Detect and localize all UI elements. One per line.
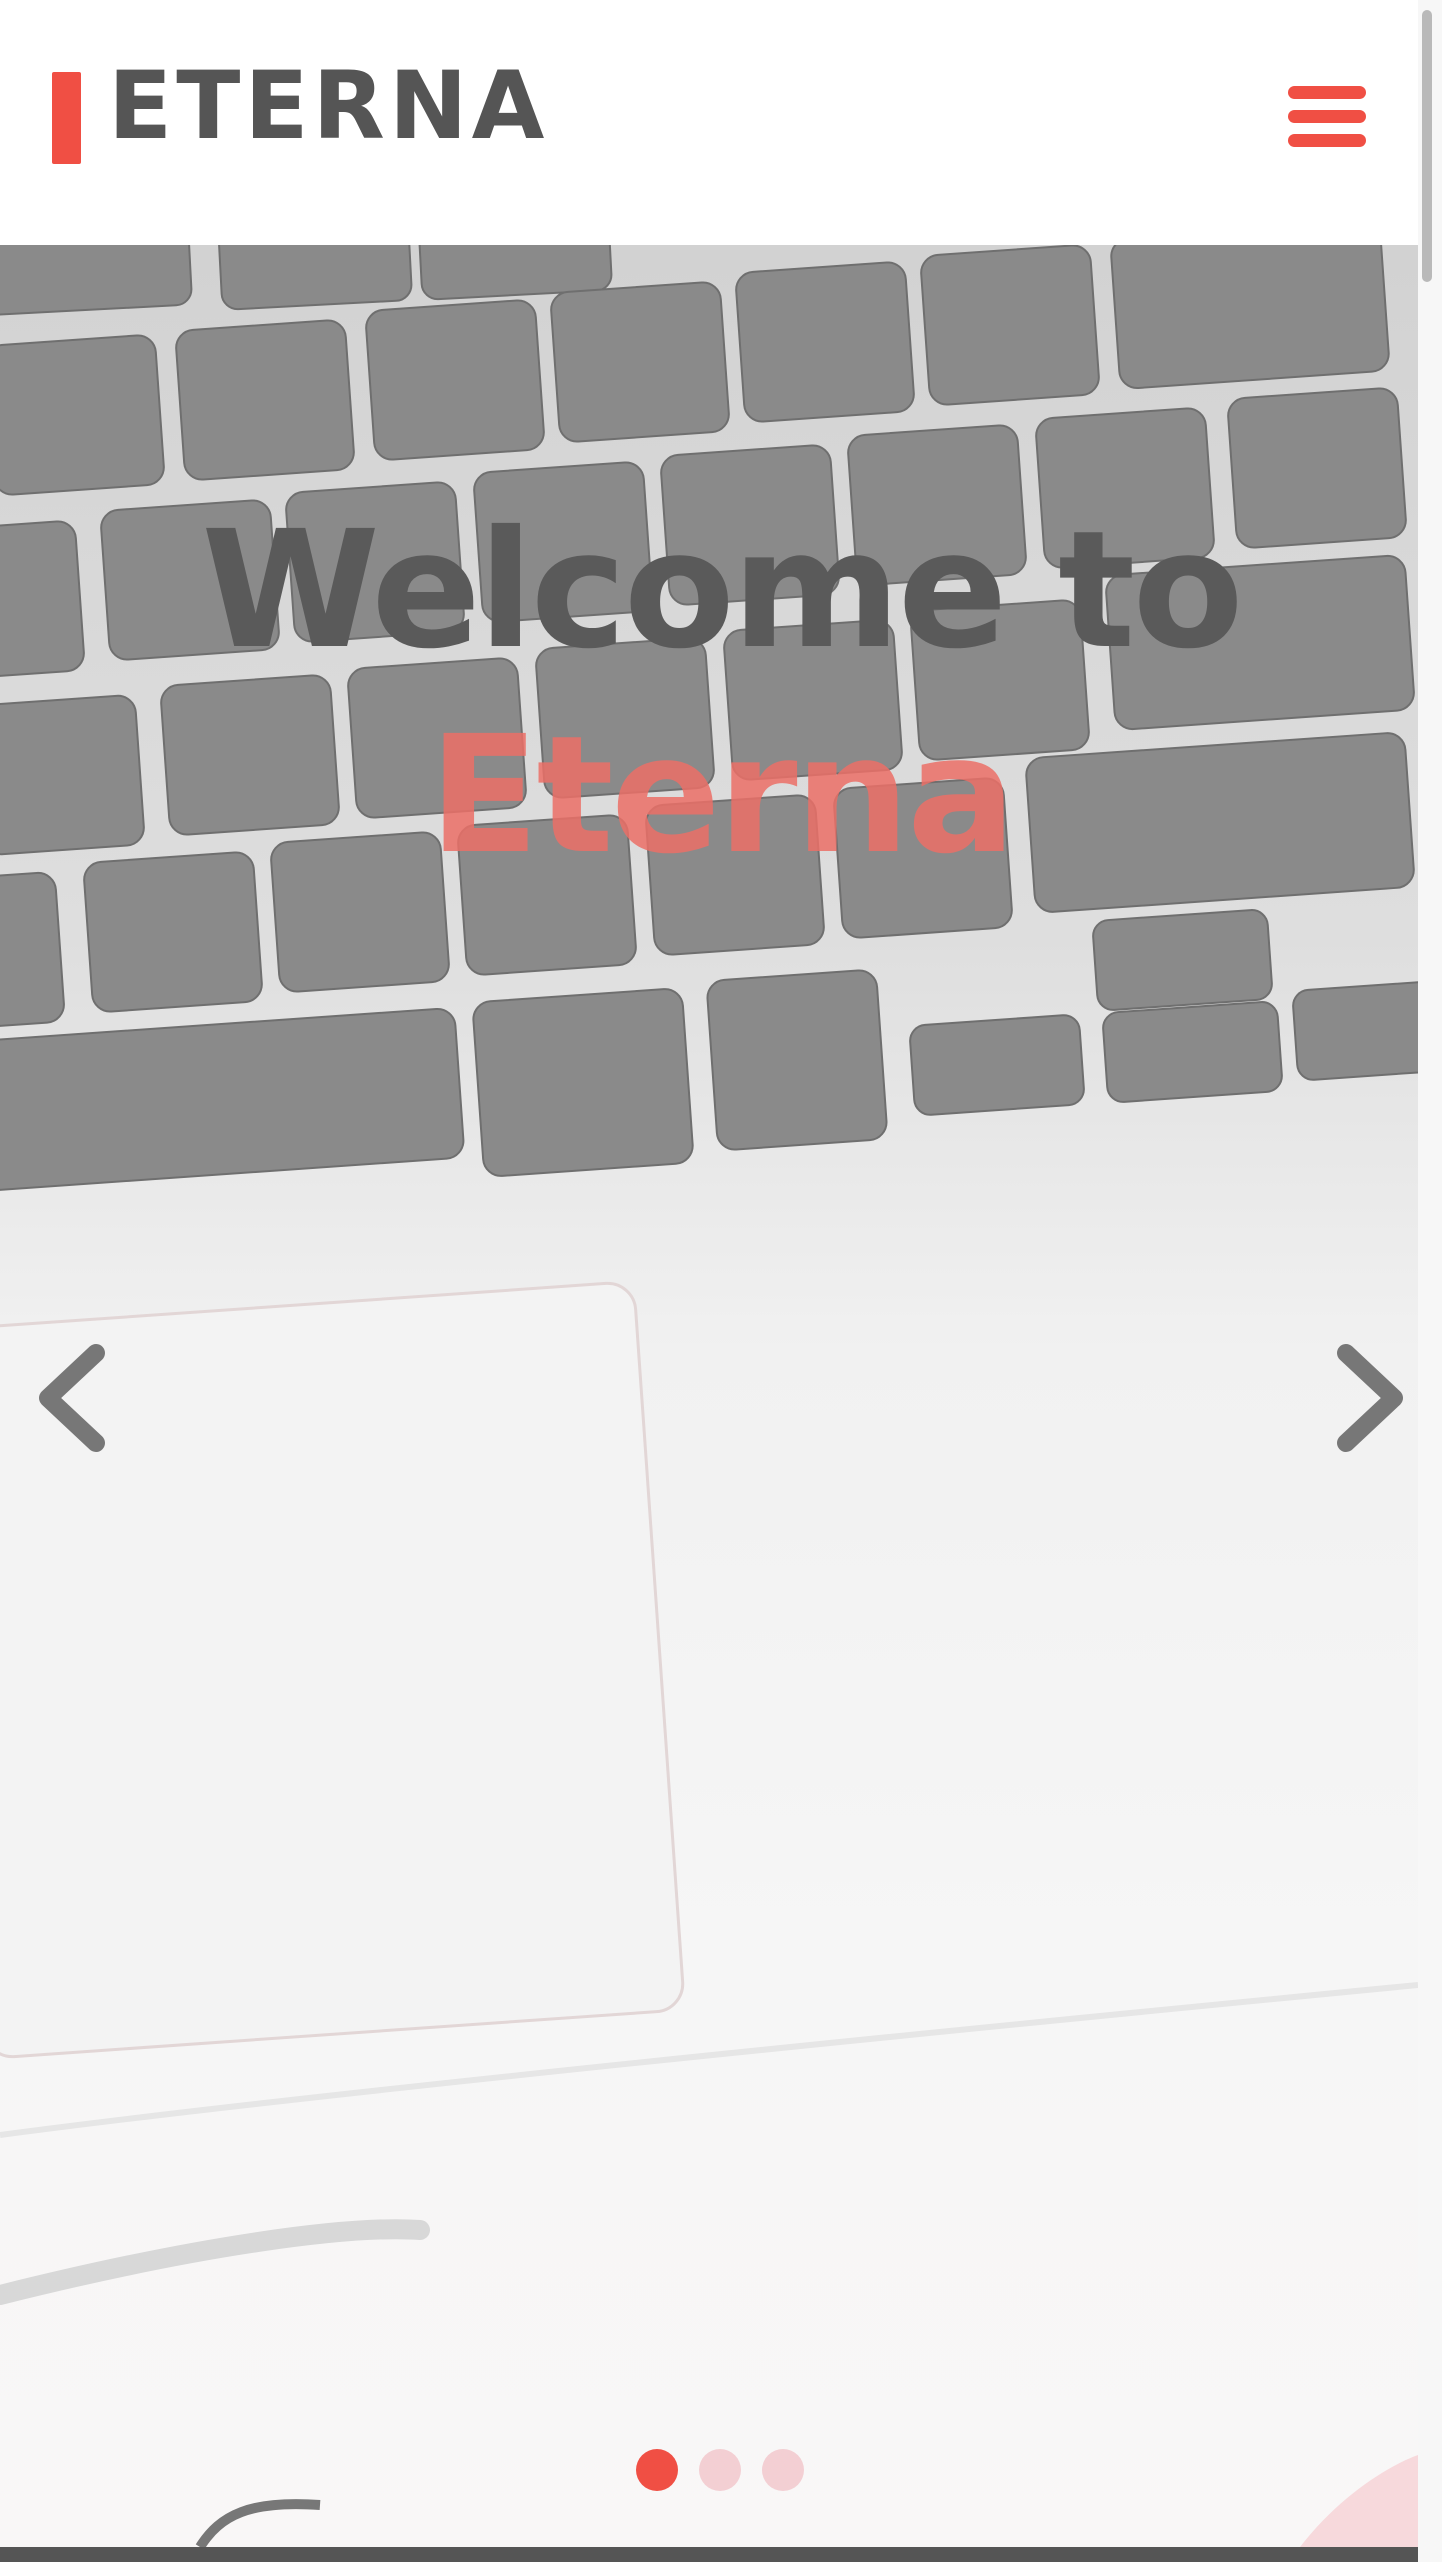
logo-accent-bar [52,72,81,164]
scrollbar-thumb[interactable] [1422,10,1432,282]
hero-title-accent: Eterna [428,702,1017,890]
slide-dot[interactable] [762,2449,804,2491]
page-scrollbar[interactable] [1418,0,1442,2562]
brand-logo[interactable]: ETERNA [108,60,548,154]
hero-slider: Welcome to Eterna [0,245,1418,2547]
chevron-left-icon[interactable] [20,1343,120,1453]
slide-dot[interactable] [699,2449,741,2491]
hero-title: Welcome to [201,497,1243,685]
menu-line [1288,110,1366,123]
site-header: ETERNA [0,0,1442,245]
menu-line [1288,86,1366,99]
slide-dot-active[interactable] [636,2449,678,2491]
next-section-edge [0,2547,1442,2562]
hamburger-menu-icon[interactable] [1288,86,1366,148]
slider-pagination [636,2449,836,2491]
menu-line [1288,134,1366,147]
chevron-right-icon[interactable] [1322,1343,1418,1453]
